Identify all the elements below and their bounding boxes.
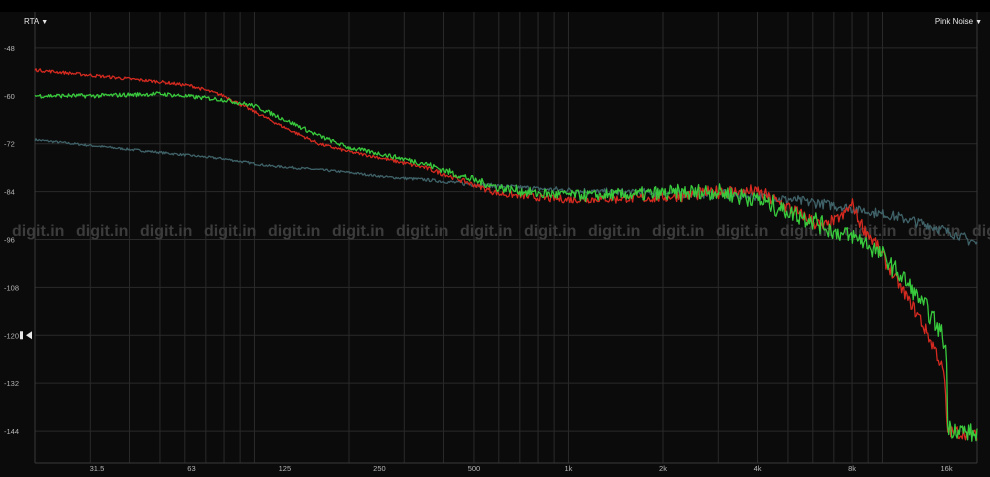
watermark-text: digit.in	[76, 223, 128, 240]
watermark-text: digit.in	[716, 223, 768, 240]
y-tick-label: -72	[4, 140, 15, 149]
x-tick-label: 8k	[848, 464, 856, 473]
x-tick-label: 63	[187, 464, 195, 473]
x-tick-label: 1k	[565, 464, 573, 473]
level-handle-icon[interactable]	[26, 331, 32, 340]
series-line-3	[34, 91, 978, 442]
watermark-text: digit.in	[972, 223, 990, 240]
y-tick-label: -144	[4, 427, 19, 436]
signal-type-label: Pink Noise	[934, 17, 974, 26]
y-tick-label: -96	[4, 235, 15, 244]
x-tick-label: 250	[373, 464, 386, 473]
reference-level-marker[interactable]	[20, 331, 32, 340]
signal-type-selector[interactable]: Pink Noise ▼	[935, 17, 982, 26]
rta-mode-label: RTA	[24, 17, 40, 26]
rta-mode-selector[interactable]: RTA ▼	[24, 17, 48, 26]
watermark-text: digit.in	[140, 223, 192, 240]
y-tick-label: -108	[4, 283, 19, 292]
y-tick-label: -48	[4, 44, 15, 53]
level-handle-bar[interactable]	[20, 331, 23, 340]
rta-chart: digit.in digit.in digit.in digit.in digit.in…	[4, 12, 990, 473]
triangle-down-icon: ▼	[975, 19, 982, 26]
x-tick-label: 16k	[941, 464, 953, 473]
watermark-text: digit.in	[268, 223, 320, 240]
x-tick-labels: 31.5 63 125 250 500 1k 2k 4k 8k 16k	[90, 464, 953, 473]
triangle-down-icon: ▼	[41, 19, 49, 26]
x-tick-label: 2k	[659, 464, 667, 473]
watermark-text: digit.in	[524, 223, 576, 240]
x-tick-label: 4k	[754, 464, 762, 473]
watermark-text: digit.in	[460, 223, 512, 240]
series-line-2	[34, 68, 978, 441]
y-tick-label: -84	[4, 188, 15, 197]
watermark-text: digit.in	[332, 223, 384, 240]
y-tick-label: -60	[4, 92, 15, 101]
series-group	[34, 68, 978, 442]
watermark-text: digit.in	[588, 223, 640, 240]
watermark-text: digit.in	[204, 223, 256, 240]
y-tick-label: -120	[4, 331, 19, 340]
watermark-row: digit.in digit.in digit.in digit.in digit.in…	[12, 223, 990, 240]
y-tick-label: -132	[4, 379, 19, 388]
watermark-text: digit.in	[652, 223, 704, 240]
x-tick-label: 500	[468, 464, 481, 473]
watermark-text: digit.in	[396, 223, 448, 240]
watermark-text: digit.in	[12, 223, 64, 240]
x-tick-label: 31.5	[90, 464, 105, 473]
x-tick-label: 125	[279, 464, 292, 473]
